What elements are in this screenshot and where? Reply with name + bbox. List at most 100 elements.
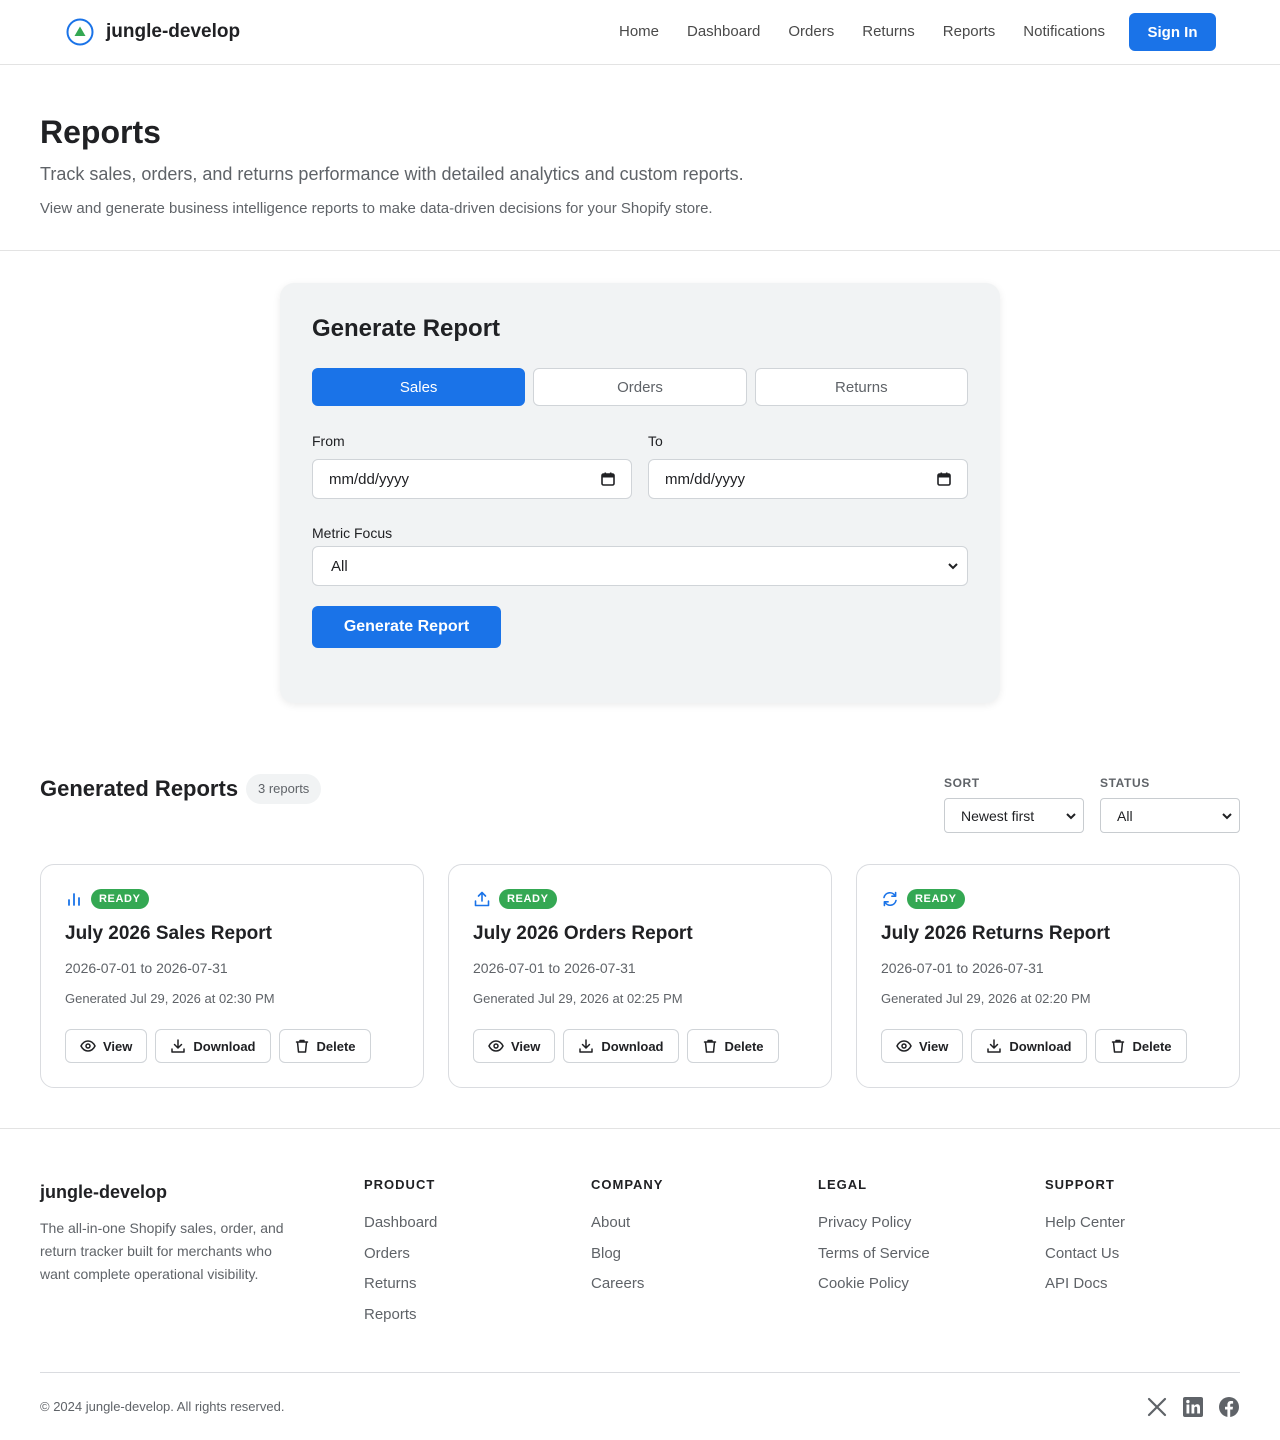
- report-date-range: 2026-07-01 to 2026-07-31: [65, 960, 228, 976]
- footer-link-cookies[interactable]: Cookie Policy: [818, 1275, 930, 1293]
- delete-button[interactable]: Delete: [686, 1029, 779, 1063]
- delete-button[interactable]: Delete: [1094, 1029, 1187, 1063]
- metric-focus-value: All: [331, 557, 348, 575]
- footer-divider: [40, 1372, 1240, 1373]
- delete-label: Delete: [316, 1038, 356, 1054]
- report-date-range: 2026-07-01 to 2026-07-31: [473, 960, 636, 976]
- footer-link-help-center[interactable]: Help Center: [1045, 1214, 1125, 1232]
- eye-icon: [488, 1040, 504, 1052]
- delete-button[interactable]: Delete: [278, 1029, 371, 1063]
- chevron-down-icon: [948, 563, 958, 570]
- status-label: STATUS: [1100, 776, 1150, 790]
- from-date-input[interactable]: mm/dd/yyyy: [312, 459, 632, 499]
- trash-icon: [703, 1039, 716, 1053]
- report-card: READY July 2026 Sales Report 2026-07-01 …: [40, 864, 424, 1088]
- sign-in-button[interactable]: Sign In: [1129, 13, 1216, 51]
- download-icon: [171, 1039, 186, 1053]
- nav-link-notifications[interactable]: Notifications: [1023, 13, 1105, 51]
- download-button[interactable]: Download: [971, 1029, 1087, 1063]
- bar-chart-icon: [68, 893, 80, 906]
- upload-icon: [474, 891, 490, 907]
- generate-report-card: Generate Report Sales Orders Returns Fro…: [280, 283, 1000, 703]
- calendar-icon[interactable]: [601, 472, 615, 486]
- download-button[interactable]: Download: [563, 1029, 679, 1063]
- report-cards: READY July 2026 Sales Report 2026-07-01 …: [40, 864, 1240, 1088]
- download-label: Download: [193, 1038, 256, 1054]
- page-hero: Reports Track sales, orders, and returns…: [0, 65, 1280, 251]
- footer-link-terms[interactable]: Terms of Service: [818, 1245, 930, 1263]
- metric-focus-select[interactable]: All: [312, 546, 968, 586]
- reports-count-badge: 3 reports: [246, 774, 322, 804]
- view-button[interactable]: View: [881, 1029, 964, 1063]
- report-card-header: READY: [65, 889, 399, 909]
- download-label: Download: [1009, 1038, 1072, 1054]
- footer-link-orders[interactable]: Orders: [364, 1245, 437, 1263]
- chevron-down-icon: [1066, 812, 1076, 819]
- refresh-icon: [883, 891, 897, 907]
- footer-link-api-docs[interactable]: API Docs: [1045, 1275, 1125, 1293]
- eye-icon: [896, 1040, 912, 1052]
- delete-label: Delete: [724, 1038, 764, 1054]
- logo-icon: [66, 18, 94, 46]
- footer-link-careers[interactable]: Careers: [591, 1275, 663, 1293]
- nav-link-reports[interactable]: Reports: [943, 13, 996, 51]
- tab-sales[interactable]: Sales: [312, 368, 526, 406]
- footer-link-dashboard[interactable]: Dashboard: [364, 1214, 437, 1232]
- sort-label: SORT: [944, 776, 980, 790]
- report-generated-time: Generated Jul 29, 2026 at 02:20 PM: [881, 991, 1091, 1006]
- chevron-down-icon: [1222, 812, 1232, 819]
- download-button[interactable]: Download: [155, 1029, 271, 1063]
- main-nav: Home Dashboard Orders Returns Reports No…: [619, 13, 1216, 51]
- report-generated-time: Generated Jul 29, 2026 at 02:30 PM: [65, 991, 275, 1006]
- footer-link-privacy[interactable]: Privacy Policy: [818, 1214, 930, 1232]
- footer-column-company: COMPANY About Blog Careers: [591, 1177, 663, 1306]
- view-button[interactable]: View: [473, 1029, 556, 1063]
- x-icon[interactable]: [1146, 1396, 1168, 1418]
- view-button[interactable]: View: [65, 1029, 148, 1063]
- to-date-input[interactable]: mm/dd/yyyy: [648, 459, 968, 499]
- footer-link-reports[interactable]: Reports: [364, 1306, 437, 1324]
- footer-link-blog[interactable]: Blog: [591, 1245, 663, 1263]
- status-filter: STATUS All: [1100, 776, 1240, 833]
- footer-link-about[interactable]: About: [591, 1214, 663, 1232]
- top-navigation-bar: jungle-develop Home Dashboard Orders Ret…: [0, 0, 1280, 65]
- date-range-row: From mm/dd/yyyy To mm/dd/yyyy: [312, 433, 968, 499]
- to-field: To mm/dd/yyyy: [648, 433, 968, 499]
- nav-link-orders[interactable]: Orders: [788, 13, 834, 51]
- download-icon: [579, 1039, 594, 1053]
- from-label: From: [312, 433, 345, 449]
- report-card-header: READY: [473, 889, 807, 909]
- view-label: View: [511, 1038, 541, 1054]
- footer-tagline: The all-in-one Shopify sales, order, and…: [40, 1220, 284, 1282]
- facebook-icon[interactable]: [1218, 1396, 1240, 1418]
- nav-link-returns[interactable]: Returns: [862, 13, 915, 51]
- generate-report-button[interactable]: Generate Report: [312, 606, 501, 648]
- footer-link-contact[interactable]: Contact Us: [1045, 1245, 1125, 1263]
- footer-link-returns[interactable]: Returns: [364, 1275, 437, 1293]
- generated-reports-header: Generated Reports 3 reports SORT Newest …: [40, 774, 1240, 834]
- page-subtitle: Track sales, orders, and returns perform…: [40, 164, 744, 184]
- view-label: View: [103, 1038, 133, 1054]
- calendar-icon[interactable]: [937, 472, 951, 486]
- to-date-value: mm/dd/yyyy: [665, 470, 746, 488]
- page-description: View and generate business intelligence …: [40, 200, 713, 217]
- footer-heading: LEGAL: [818, 1177, 868, 1192]
- status-badge: READY: [499, 889, 557, 909]
- tab-orders[interactable]: Orders: [533, 368, 747, 406]
- status-badge: READY: [907, 889, 965, 909]
- sort-filter: SORT Newest first: [944, 776, 1084, 833]
- footer-column-legal: LEGAL Privacy Policy Terms of Service Co…: [818, 1177, 930, 1306]
- brand[interactable]: jungle-develop: [66, 18, 240, 46]
- download-label: Download: [601, 1038, 664, 1054]
- report-generated-time: Generated Jul 29, 2026 at 02:25 PM: [473, 991, 683, 1006]
- tab-returns[interactable]: Returns: [754, 368, 968, 406]
- page-title: Reports: [40, 114, 161, 150]
- sort-select[interactable]: Newest first: [944, 798, 1084, 833]
- footer-brand: jungle-develop: [40, 1182, 168, 1202]
- from-date-value: mm/dd/yyyy: [329, 470, 410, 488]
- nav-link-home[interactable]: Home: [619, 13, 659, 51]
- nav-link-dashboard[interactable]: Dashboard: [687, 13, 760, 51]
- site-footer: jungle-develop The all-in-one Shopify sa…: [0, 1128, 1280, 1440]
- status-select[interactable]: All: [1100, 798, 1240, 833]
- linkedin-icon[interactable]: [1182, 1396, 1204, 1418]
